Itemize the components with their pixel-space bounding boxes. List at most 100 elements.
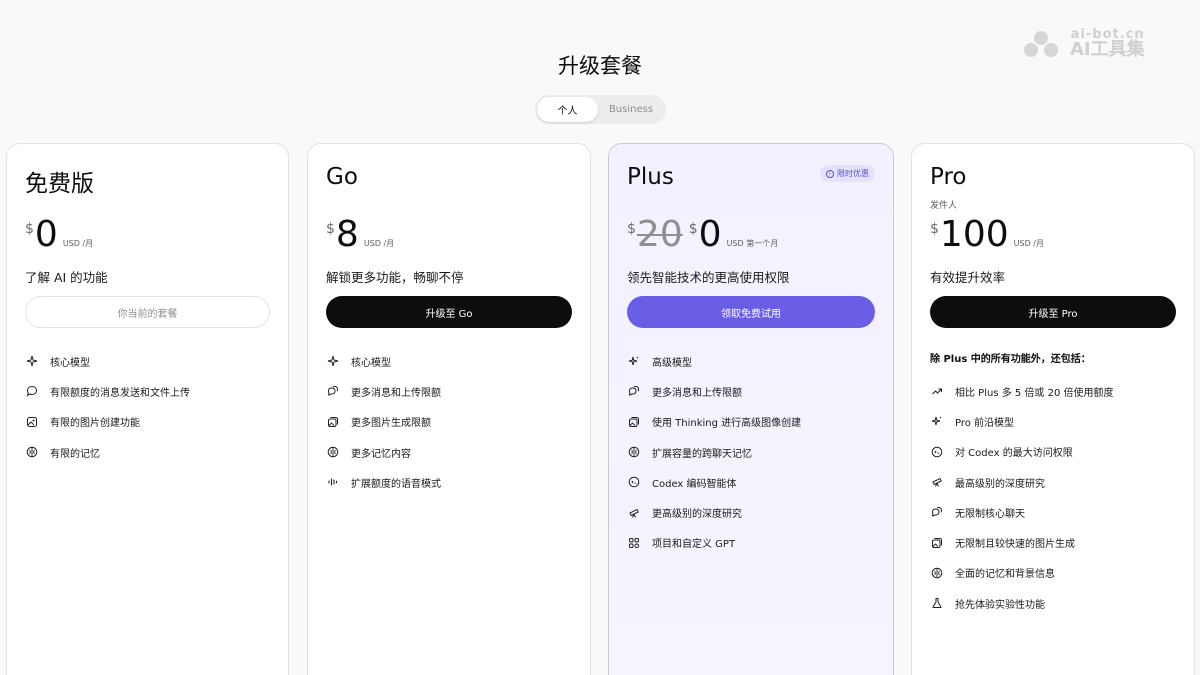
feature-item: 高级模型 bbox=[627, 346, 875, 376]
plan-type-toggle: 个人 Business bbox=[535, 95, 666, 124]
current-plan-button[interactable]: 你当前的套餐 bbox=[25, 296, 270, 328]
feature-label: 更多消息和上传限额 bbox=[652, 387, 742, 399]
price: $ 0 USD /月 bbox=[25, 217, 93, 253]
toggle-personal[interactable]: 个人 bbox=[537, 97, 598, 122]
price: $ 8 USD /月 bbox=[326, 217, 394, 253]
codex-icon bbox=[627, 476, 640, 489]
voice-wave-icon bbox=[326, 476, 339, 489]
feature-item: 核心模型 bbox=[25, 346, 270, 376]
feature-label: 无限制且较快速的图片生成 bbox=[955, 539, 1075, 551]
image-icon bbox=[25, 415, 38, 428]
feature-label: 相比 Plus 多 5 倍或 20 倍使用额度 bbox=[955, 387, 1114, 399]
info-icon: i bbox=[826, 169, 834, 178]
feature-label: 核心模型 bbox=[351, 357, 391, 369]
plan-name: Pro bbox=[930, 164, 967, 190]
feature-item: 最高级别的深度研究 bbox=[930, 467, 1176, 497]
price-period: USD 第一个月 bbox=[726, 239, 779, 248]
plan-name: 免费版 bbox=[25, 171, 94, 197]
feature-list: 相比 Plus 多 5 倍或 20 倍使用额度 Pro 前沿模型 对 Codex… bbox=[930, 376, 1176, 618]
limited-offer-badge: i 限时优惠 bbox=[820, 165, 875, 182]
plan-name: Plus bbox=[627, 164, 674, 190]
feature-list: 核心模型 更多消息和上传限额 更多图片生成限额 更多记忆内容 扩展额度的语音模式 bbox=[326, 346, 572, 497]
currency-symbol: $ bbox=[930, 221, 939, 237]
brain-icon bbox=[326, 446, 339, 459]
feature-item: 更高级别的深度研究 bbox=[627, 497, 875, 527]
plan-card-plus: Plus i 限时优惠 $ 20 $ 0 USD 第一个月 领先智能技术的更高使… bbox=[608, 143, 894, 675]
price-amount: 8 bbox=[335, 214, 359, 255]
upgrade-pro-button[interactable]: 升级至 Pro bbox=[930, 296, 1176, 328]
feature-list: 核心模型 有限额度的消息发送和文件上传 有限的图片创建功能 有限的记忆 bbox=[25, 346, 270, 467]
original-price: 20 bbox=[636, 214, 683, 255]
badge-label: 限时优惠 bbox=[837, 169, 869, 178]
price: $ 20 $ 0 USD 第一个月 bbox=[627, 217, 778, 253]
feature-item: 有限额度的消息发送和文件上传 bbox=[25, 376, 270, 406]
plan-tagline: 领先智能技术的更高使用权限 bbox=[627, 270, 790, 285]
plan-tagline: 有效提升效率 bbox=[930, 270, 1006, 285]
feature-label: 有限的记忆 bbox=[50, 448, 100, 460]
feature-item: 抢先体验实验性功能 bbox=[930, 588, 1176, 618]
feature-label: 抢先体验实验性功能 bbox=[955, 599, 1045, 611]
feature-header: 除 Plus 中的所有功能外，还包括： bbox=[930, 354, 1091, 365]
feature-label: 更多记忆内容 bbox=[351, 448, 411, 460]
free-trial-button[interactable]: 领取免费试用 bbox=[627, 296, 875, 328]
feature-label: 最高级别的深度研究 bbox=[955, 478, 1045, 490]
trend-up-icon bbox=[930, 385, 943, 398]
telescope-icon bbox=[627, 506, 640, 519]
chat-bubbles-icon bbox=[627, 385, 640, 398]
feature-item: Codex 编码智能体 bbox=[627, 467, 875, 497]
feature-label: 有限的图片创建功能 bbox=[50, 418, 140, 430]
feature-item: 更多记忆内容 bbox=[326, 437, 572, 467]
feature-item: 更多图片生成限额 bbox=[326, 407, 572, 437]
currency-symbol: $ bbox=[25, 221, 34, 237]
currency-symbol: $ bbox=[326, 221, 335, 237]
plan-subtitle: 发件人 bbox=[930, 201, 958, 211]
chat-bubbles-icon bbox=[326, 385, 339, 398]
price-amount: 0 bbox=[34, 214, 58, 255]
feature-item: 更多消息和上传限额 bbox=[326, 376, 572, 406]
feature-label: 更多消息和上传限额 bbox=[351, 387, 441, 399]
currency-symbol: $ bbox=[627, 221, 636, 237]
plan-tagline: 解锁更多功能，畅聊不停 bbox=[326, 270, 464, 285]
feature-label: 无限制核心聊天 bbox=[955, 508, 1025, 520]
plan-card-pro: Pro 发件人 $ 100 USD /月 有效提升效率 升级至 Pro 除 Pl… bbox=[911, 143, 1195, 675]
feature-label: 核心模型 bbox=[50, 357, 90, 369]
feature-item: 有限的图片创建功能 bbox=[25, 407, 270, 437]
feature-item: 核心模型 bbox=[326, 346, 572, 376]
upgrade-go-button[interactable]: 升级至 Go bbox=[326, 296, 572, 328]
feature-label: 有限额度的消息发送和文件上传 bbox=[50, 387, 190, 399]
feature-label: Pro 前沿模型 bbox=[955, 417, 1015, 429]
feature-label: 对 Codex 的最大访问权限 bbox=[955, 448, 1073, 460]
flask-icon bbox=[930, 597, 943, 610]
price-amount: 100 bbox=[939, 214, 1009, 255]
feature-label: 扩展容量的跨聊天记忆 bbox=[652, 448, 752, 460]
feature-label: 扩展额度的语音模式 bbox=[351, 478, 441, 490]
feature-item: Pro 前沿模型 bbox=[930, 406, 1176, 436]
feature-label: 高级模型 bbox=[652, 357, 692, 369]
plan-name: Go bbox=[326, 164, 358, 190]
page-title: 升级套餐 bbox=[558, 54, 642, 78]
images-icon bbox=[627, 415, 640, 428]
feature-item: 项目和自定义 GPT bbox=[627, 528, 875, 558]
plan-card-free: 免费版 $ 0 USD /月 了解 AI 的功能 你当前的套餐 核心模型 有限额… bbox=[6, 143, 289, 675]
feature-label: Codex 编码智能体 bbox=[652, 478, 737, 490]
images-icon bbox=[326, 415, 339, 428]
codex-icon bbox=[930, 445, 943, 458]
feature-label: 更高级别的深度研究 bbox=[652, 509, 742, 521]
feature-item: 使用 Thinking 进行高级图像创建 bbox=[627, 407, 875, 437]
feature-item: 全面的记忆和背景信息 bbox=[930, 558, 1176, 588]
plan-card-go: Go $ 8 USD /月 解锁更多功能，畅聊不停 升级至 Go 核心模型 更多… bbox=[307, 143, 591, 675]
feature-item: 无限制且较快速的图片生成 bbox=[930, 527, 1176, 557]
toggle-business[interactable]: Business bbox=[598, 97, 664, 122]
telescope-icon bbox=[930, 476, 943, 489]
plan-tagline: 了解 AI 的功能 bbox=[25, 270, 108, 285]
sparkle-icon bbox=[326, 355, 339, 368]
chat-bubble-icon bbox=[25, 385, 38, 398]
feature-item: 扩展额度的语音模式 bbox=[326, 467, 572, 497]
feature-item: 无限制核心聊天 bbox=[930, 497, 1176, 527]
feature-item: 对 Codex 的最大访问权限 bbox=[930, 437, 1176, 467]
feature-item: 扩展容量的跨聊天记忆 bbox=[627, 437, 875, 467]
feature-label: 使用 Thinking 进行高级图像创建 bbox=[652, 418, 802, 430]
chat-bubbles-icon bbox=[930, 506, 943, 519]
price-period: USD /月 bbox=[1013, 239, 1044, 248]
feature-label: 更多图片生成限额 bbox=[351, 418, 431, 430]
